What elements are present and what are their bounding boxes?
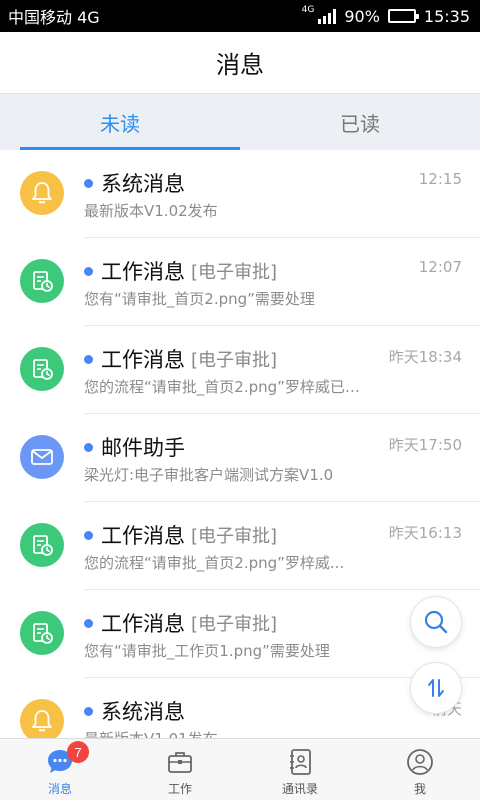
page-title: 消息	[216, 51, 264, 79]
sort-button[interactable]	[410, 662, 462, 714]
message-avatar	[20, 699, 64, 738]
unread-badge: 7	[67, 741, 89, 763]
nav-contacts-icon-wrap	[285, 747, 315, 777]
message-title-row: 工作消息 [电子审批]	[84, 520, 277, 550]
tab-read-label: 已读	[340, 111, 380, 136]
nav-messages-icon-wrap: 7	[45, 741, 89, 777]
message-row[interactable]: 系统消息前天最新版本V1.01发布	[0, 678, 480, 738]
tab-unread[interactable]: 未读	[0, 94, 240, 150]
message-title-row: 系统消息	[84, 696, 185, 726]
bottom-nav: 7 消息 工作 通讯录 我	[0, 738, 480, 800]
message-row[interactable]: 系统消息 12:15 最新版本V1.02发布	[0, 150, 480, 238]
message-time: 昨天17:50	[388, 436, 462, 454]
message-title: 邮件助手	[101, 436, 185, 460]
message-time: 昨天16:13	[388, 524, 462, 542]
approval-doc-icon	[29, 620, 55, 646]
status-right: 4G 90% 15:35	[301, 5, 470, 26]
message-row[interactable]: 工作消息 [电子审批] 昨天18:34 您的流程“请审批_首页2.png”罗梓威已经完…	[0, 326, 480, 414]
message-title: 工作消息	[101, 260, 185, 284]
person-icon	[407, 749, 433, 775]
tab-read[interactable]: 已读	[240, 94, 480, 150]
page-header: 消息	[0, 32, 480, 94]
message-title-row: 邮件助手	[84, 432, 185, 462]
message-avatar	[20, 611, 64, 655]
nav-item-messages[interactable]: 7 消息	[0, 739, 120, 800]
message-row[interactable]: 邮件助手 昨天17:50 梁光灯:电子审批客户端测试方案V1.0	[0, 414, 480, 502]
message-title: 工作消息	[101, 612, 185, 636]
message-preview: 您有“请审批_首页2.png”需要处理	[84, 290, 315, 308]
unread-dot	[84, 618, 93, 628]
signal-icon	[318, 8, 337, 24]
sort-arrows-icon	[428, 679, 444, 697]
message-avatar	[20, 435, 64, 479]
status-bar: 中国移动 4G 4G 90% 15:35	[0, 0, 480, 32]
unread-dot	[84, 354, 93, 364]
bell-icon	[29, 708, 55, 734]
unread-dot	[84, 706, 93, 716]
unread-dot	[84, 178, 93, 188]
nav-item-work[interactable]: 工作	[120, 739, 240, 800]
message-title-row: 工作消息 [电子审批]	[84, 608, 277, 638]
message-tag: [电子审批]	[191, 526, 278, 547]
unread-dot	[84, 530, 93, 540]
approval-doc-icon	[29, 356, 55, 382]
contacts-book-icon	[290, 749, 311, 775]
message-avatar	[20, 523, 64, 567]
approval-doc-icon	[29, 532, 55, 558]
message-title-row: 工作消息 [电子审批]	[84, 344, 277, 374]
battery-percent: 90%	[344, 6, 380, 26]
message-row[interactable]: 工作消息 [电子审批] 昨天16:13 您的流程“请审批_首页2.png”罗梓威...	[0, 502, 480, 590]
message-avatar	[20, 347, 64, 391]
message-time: 昨天18:34	[388, 348, 462, 366]
nav-work-label: 工作	[167, 782, 192, 796]
message-title: 系统消息	[101, 700, 185, 724]
mail-icon	[29, 444, 55, 470]
message-row[interactable]: 工作消息 [电子审批] 12:07 您有“请审批_首页2.png”需要处理	[0, 238, 480, 326]
message-title-row: 工作消息 [电子审批]	[84, 256, 277, 286]
nav-contacts-label: 通讯录	[281, 782, 318, 796]
message-preview: 最新版本V1.02发布	[84, 202, 218, 220]
nav-item-me[interactable]: 我	[360, 739, 480, 800]
nav-messages-label: 消息	[47, 782, 72, 796]
message-row[interactable]: 工作消息[电子审批]昨您有“请审批_工作页1.png”需要处理	[0, 590, 480, 678]
nav-work-icon-wrap	[165, 747, 195, 777]
message-preview: 梁光灯:电子审批客户端测试方案V1.0	[84, 466, 334, 484]
nav-me-label: 我	[413, 782, 426, 796]
nav-item-contacts[interactable]: 通讯录	[240, 739, 360, 800]
message-title-row: 系统消息	[84, 168, 185, 198]
tab-bar: 未读 已读	[0, 94, 480, 150]
bell-icon	[29, 180, 55, 206]
tab-unread-label: 未读	[100, 111, 140, 136]
message-tag: [电子审批]	[191, 262, 278, 283]
carrier-label: 中国移动 4G	[8, 8, 100, 27]
nav-me-icon-wrap	[405, 747, 435, 777]
unread-dot	[84, 266, 93, 276]
search-icon	[424, 610, 448, 634]
message-title: 系统消息	[101, 172, 185, 196]
message-avatar	[20, 171, 64, 215]
approval-doc-icon	[29, 268, 55, 294]
clock: 15:35	[423, 6, 470, 26]
network-type-label: 4G	[301, 5, 315, 15]
message-time: 12:15	[418, 170, 462, 188]
briefcase-icon	[168, 752, 192, 773]
message-preview: 您的流程“请审批_首页2.png”罗梓威...	[84, 554, 345, 572]
message-tag: [电子审批]	[191, 614, 278, 635]
battery-icon	[387, 9, 419, 23]
message-avatar	[20, 259, 64, 303]
unread-dot	[84, 442, 93, 452]
message-preview: 您有“请审批_工作页1.png”需要处理	[84, 642, 330, 660]
message-title: 工作消息	[101, 348, 185, 372]
search-button[interactable]	[410, 596, 462, 648]
message-list[interactable]: 系统消息 12:15 最新版本V1.02发布工作消息 [电子审批] 12:07 您有“请审…	[0, 150, 480, 738]
message-time: 12:07	[418, 258, 462, 276]
message-preview: 最新版本V1.01发布	[84, 728, 364, 738]
message-title: 工作消息	[101, 524, 185, 548]
message-tag: [电子审批]	[191, 350, 278, 371]
message-preview: 您的流程“请审批_首页2.png”罗梓威已经完成	[84, 378, 364, 396]
